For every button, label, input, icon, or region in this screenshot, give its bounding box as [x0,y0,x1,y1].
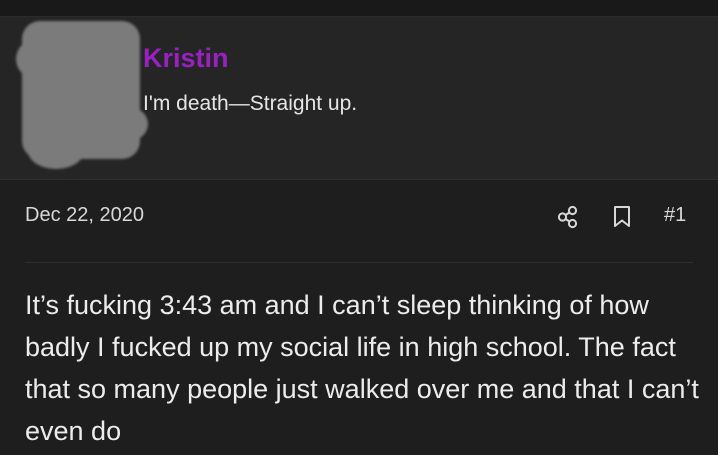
username-link[interactable]: Kristin [143,43,229,74]
user-title: I'm death—Straight up. [143,92,358,115]
post-body-text: It’s fucking 3:43 am and I can’t sleep t… [25,290,699,446]
avatar[interactable] [16,21,148,169]
avatar-smudge [28,133,84,169]
bookmark-icon[interactable] [611,204,633,230]
message-user-panel: Kristin I'm death—Straight up. [0,17,718,193]
post-meta-row: Dec 22, 2020 #1 [0,195,718,239]
post-number-link[interactable]: #1 [664,204,686,227]
panel-pointer [58,179,86,193]
avatar-smudge [16,39,56,79]
share-icon[interactable] [555,204,581,230]
post-date-link[interactable]: Dec 22, 2020 [25,204,144,227]
top-bar [0,0,718,17]
divider [25,262,693,263]
